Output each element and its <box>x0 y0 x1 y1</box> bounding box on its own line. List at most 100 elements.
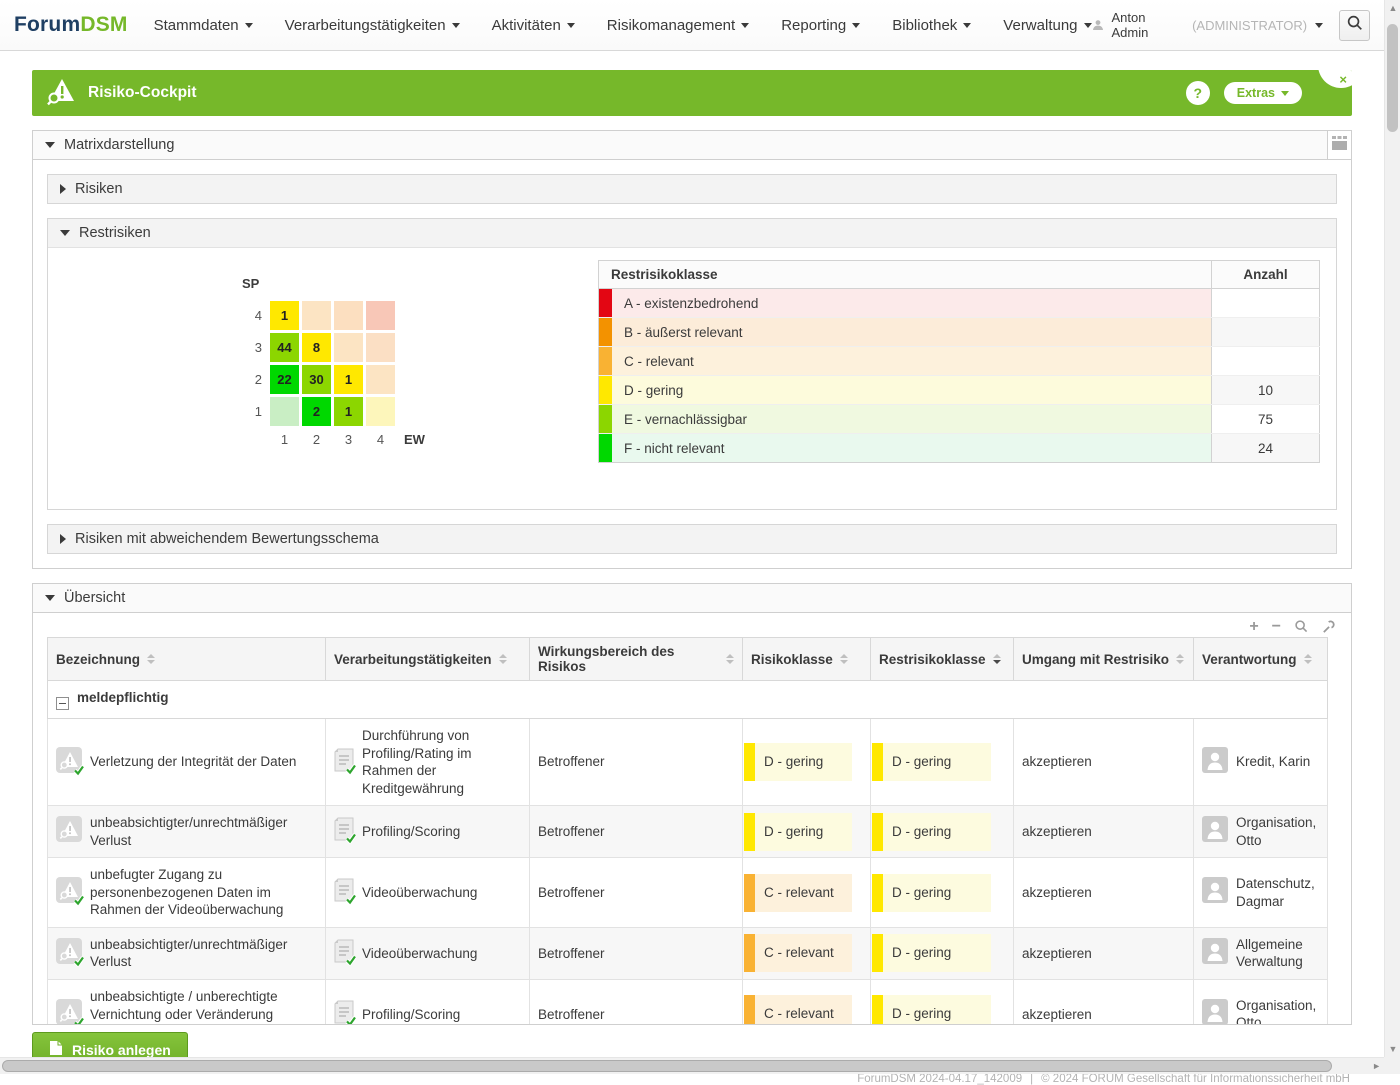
col-header-bezeichnung[interactable]: Bezeichnung <box>48 638 326 681</box>
matrix-row-label: 4 <box>242 308 262 323</box>
col-header-risikoklasse[interactable]: Risikoklasse <box>743 638 871 681</box>
check-icon <box>73 763 85 781</box>
responsible-person: Allgemeine Verwaltung <box>1236 936 1319 971</box>
matrix-cell[interactable] <box>334 333 363 362</box>
menu-risikomanagement[interactable]: Risikomanagement <box>607 17 749 34</box>
table-row[interactable]: unbeabsichtigte / unberechtigte Vernicht… <box>48 980 1328 1025</box>
matrix-cell[interactable] <box>366 397 395 426</box>
sort-icons[interactable] <box>499 654 507 664</box>
table-search-button[interactable] <box>1294 619 1308 633</box>
collapse-expanded-icon <box>45 595 55 601</box>
processing-activity: Profiling/Scoring <box>362 823 521 841</box>
risk-icon <box>56 816 82 847</box>
user-menu[interactable]: Anton Admin (ADMINISTRATOR) <box>1092 10 1324 40</box>
class-color-indicator <box>599 347 612 375</box>
uebersicht-toggle[interactable]: Übersicht <box>33 584 1351 613</box>
check-icon <box>345 953 357 971</box>
horizontal-scrollbar-thumb[interactable] <box>2 1060 1332 1072</box>
restrisikoklasse-chip: D - gering <box>872 934 991 972</box>
sort-icons[interactable] <box>147 654 155 664</box>
abweichend-toggle[interactable]: Risiken mit abweichendem Bewertungsschem… <box>47 524 1337 554</box>
risk-scope: Betroffener <box>530 927 743 979</box>
table-row[interactable]: unbeabsichtigter/unrechtmäßiger Verlust … <box>48 806 1328 858</box>
matrix-cell[interactable]: 1 <box>334 397 363 426</box>
col-header-verantwortung[interactable]: Verantwortung <box>1194 638 1328 681</box>
risk-matrix: SP 4 1 3 44 8 <box>242 276 425 463</box>
extras-button[interactable]: Extras <box>1224 82 1302 104</box>
help-button[interactable]: ? <box>1186 81 1210 105</box>
sort-icons[interactable] <box>726 654 734 664</box>
col-header-verarbeitungstaetigkeiten[interactable]: Verarbeitungstätigkeiten <box>326 638 530 681</box>
matrixdarstellung-toggle[interactable]: Matrixdarstellung <box>33 131 1327 160</box>
menu-stammdaten[interactable]: Stammdaten <box>154 17 253 34</box>
matrix-cell[interactable] <box>366 301 395 330</box>
panel-header: Risiko-Cockpit ? Extras × <box>32 70 1352 116</box>
restrisiken-toggle[interactable]: Restrisiken <box>48 219 1336 248</box>
matrix-cell[interactable]: 1 <box>334 365 363 394</box>
horizontal-scrollbar[interactable]: ► <box>0 1057 1384 1074</box>
search-button[interactable] <box>1339 10 1370 41</box>
sort-icons[interactable] <box>1176 654 1184 664</box>
chevron-down-icon <box>1281 91 1289 96</box>
menu-aktivitaeten[interactable]: Aktivitäten <box>492 17 575 34</box>
matrix-cell[interactable] <box>366 365 395 394</box>
risk-handling: akzeptieren <box>1014 980 1194 1025</box>
collapse-all-button[interactable]: − <box>1272 620 1281 633</box>
responsible-person: Kredit, Karin <box>1236 753 1319 771</box>
scroll-up-arrow[interactable]: ▲ <box>1385 3 1400 13</box>
matrix-cell[interactable]: 2 <box>302 397 331 426</box>
top-navigation: ForumDSM Stammdaten Verarbeitungstätigke… <box>0 0 1400 51</box>
risk-name: unbeabsichtigte / unberechtigte Vernicht… <box>90 988 317 1025</box>
menu-verarbeitungstaetigkeiten[interactable]: Verarbeitungstätigkeiten <box>285 17 460 34</box>
matrix-col-label: 4 <box>366 432 395 447</box>
matrix-cell[interactable]: 1 <box>270 301 299 330</box>
layout-switch-button[interactable] <box>1327 131 1351 160</box>
collapse-collapsed-icon <box>60 184 66 194</box>
sort-icons[interactable] <box>1304 654 1312 664</box>
matrix-cell[interactable]: 44 <box>270 333 299 362</box>
processing-activity-icon <box>334 939 354 968</box>
risiken-toggle[interactable]: Risiken <box>47 174 1337 204</box>
matrix-cell[interactable]: 30 <box>302 365 331 394</box>
risk-name: unbeabsichtigter/unrechtmäßiger Verlust <box>90 936 317 971</box>
sort-icons-active-desc[interactable] <box>993 654 1001 664</box>
scroll-down-arrow[interactable]: ▼ <box>1385 1044 1400 1054</box>
matrix-cell[interactable]: 8 <box>302 333 331 362</box>
class-count: 24 <box>1212 434 1320 463</box>
scroll-right-arrow[interactable]: ► <box>1372 1061 1381 1071</box>
matrix-cell[interactable] <box>334 301 363 330</box>
matrix-cell[interactable] <box>270 397 299 426</box>
matrix-cell[interactable] <box>366 333 395 362</box>
table-settings-wrench-button[interactable] <box>1321 619 1336 634</box>
risk-scope: Betroffener <box>530 858 743 928</box>
vertical-scrollbar-thumb[interactable] <box>1387 24 1398 132</box>
sort-icons[interactable] <box>840 654 848 664</box>
matrix-cell[interactable] <box>302 301 331 330</box>
class-count <box>1212 318 1320 347</box>
menu-verwaltung[interactable]: Verwaltung <box>1003 17 1091 34</box>
risk-cockpit-icon <box>46 76 76 111</box>
class-color-indicator <box>599 405 612 433</box>
col-header-restrisikoklasse[interactable]: Restrisikoklasse <box>871 638 1014 681</box>
risk-name: Verletzung der Integrität der Daten <box>90 753 317 771</box>
class-count <box>1212 347 1320 376</box>
matrix-cell[interactable]: 22 <box>270 365 299 394</box>
close-icon[interactable]: × <box>1339 72 1347 87</box>
table-row[interactable]: unbeabsichtigter/unrechtmäßiger Verlust … <box>48 927 1328 979</box>
matrix-row-label: 3 <box>242 340 262 355</box>
group-row-meldepflichtig: meldepflichtig <box>48 681 1328 719</box>
expand-all-button[interactable]: + <box>1249 620 1258 633</box>
restrisiken-panel: Restrisiken SP 4 1 3 <box>47 218 1337 510</box>
col-header-umgang[interactable]: Umgang mit Restrisiko <box>1014 638 1194 681</box>
menu-bibliothek[interactable]: Bibliothek <box>892 17 971 34</box>
vertical-scrollbar[interactable]: ▲ ▼ <box>1384 0 1400 1057</box>
table-row[interactable]: unbefugter Zugang zu personenbezogenen D… <box>48 858 1328 928</box>
collapse-group-icon[interactable] <box>56 697 69 710</box>
processing-activity: Durchführung von Profiling/Rating im Rah… <box>362 727 521 797</box>
class-color-indicator <box>599 318 612 346</box>
col-header-wirkungsbereich[interactable]: Wirkungsbereich des Risikos <box>530 638 743 681</box>
chevron-down-icon <box>741 23 749 28</box>
menu-reporting[interactable]: Reporting <box>781 17 860 34</box>
logo-primary: Forum <box>14 13 80 36</box>
table-row[interactable]: Verletzung der Integrität der Daten Durc… <box>48 719 1328 806</box>
